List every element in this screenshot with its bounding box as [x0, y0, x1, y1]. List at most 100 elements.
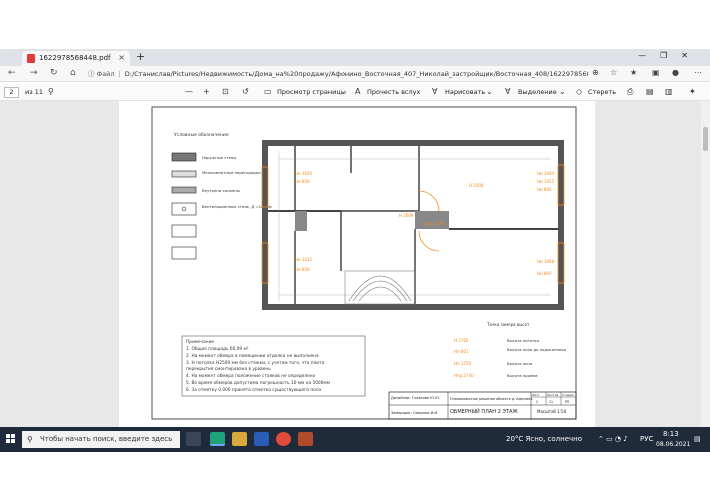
legend-title: Условные обозначения — [174, 132, 229, 138]
stamp-sheet-title: ОБМЕРНЫЙ ПЛАН 2 ЭТАЖ — [450, 408, 518, 415]
stamp-checked: Замерщик: Смирнов И.И. — [391, 411, 438, 415]
pdf-toolbar: 2 из 11 ⚲ — + ⊡ ↺ ▭ Просмотр страницы A … — [0, 84, 710, 101]
draw-icon: ∀ — [432, 87, 438, 96]
tab-title: 1622978568448.pdf — [39, 54, 111, 62]
print-icon[interactable]: ⎙ — [627, 87, 633, 97]
read-aloud-button[interactable]: Прочесть вслух — [367, 88, 420, 96]
word-icon[interactable] — [254, 432, 269, 446]
new-tab-button[interactable]: + — [136, 50, 145, 63]
forward-icon[interactable]: → — [30, 68, 38, 78]
close-window-icon[interactable]: ✕ — [681, 51, 702, 60]
url-field[interactable]: ⓘ Файл | D:/Станислав/Pictures/Недвижимост… — [88, 68, 588, 80]
legend-swatch-empty-1 — [171, 224, 197, 238]
address-bar: ← → ↻ ⌂ ⓘ Файл | D:/Станислав/Pictures/Нед… — [0, 66, 710, 82]
legend-outer-wall: Наружные стены — [202, 155, 236, 160]
app-icon[interactable] — [298, 432, 313, 446]
legend-column: Внутрени колонны — [202, 188, 240, 193]
point-code-3: Нп 1720 — [454, 361, 472, 366]
save-icon[interactable]: ▤ — [646, 87, 654, 96]
profile-icon[interactable]: ● — [672, 68, 679, 77]
more-icon[interactable]: ⋯ — [694, 68, 702, 77]
minimize-icon[interactable]: — — [638, 51, 660, 60]
stamp-v1: 2 — [536, 400, 538, 404]
language-indicator[interactable]: РУС — [640, 435, 653, 443]
tab-close-icon[interactable]: × — [118, 53, 125, 62]
page-total: из 11 — [25, 88, 44, 96]
file-label: Файл — [96, 70, 115, 78]
edge-taskbar-icon[interactable] — [210, 432, 225, 446]
draw-dropdown-icon[interactable]: ⌄ — [486, 87, 493, 96]
label-ni1440: Ни 1440 — [295, 171, 313, 176]
note-6: 6. За отметку 0.000 принята отметка суще… — [186, 387, 322, 393]
eraser-icon: ◇ — [576, 87, 583, 96]
tab-pdf[interactable]: 1622978568448.pdf × — [22, 51, 130, 66]
label-ni1468: Ни 1468 — [537, 259, 555, 264]
note-3b: перекрытия смонтирована в уровень — [186, 367, 271, 372]
label-h2609: Н 2609 — [399, 213, 414, 218]
scrollbar-thumb[interactable] — [703, 127, 708, 151]
stamp-project: Планировочное решение объекта д. Афонино… — [450, 397, 533, 401]
label-h2508: H 2508 — [469, 183, 484, 188]
stamp-scale: Масштаб 1:50 — [537, 409, 567, 414]
window-controls[interactable]: —❐✕ — [638, 51, 702, 60]
collections-icon[interactable]: ▣ — [652, 68, 660, 77]
stamp-v2: 11 — [549, 400, 553, 404]
weather-widget[interactable]: 20°C Ясно, солнечно — [506, 435, 582, 443]
label-nkr2540: Нкр 2540 — [425, 221, 445, 226]
zoom-out-button[interactable]: — — [185, 87, 193, 96]
tray-icons[interactable]: ⌃ ▭ ◔ ♪ — [598, 435, 628, 443]
legend-swatch-outer-wall — [171, 152, 197, 162]
label-ni840-b: Ни 840 — [537, 187, 552, 192]
save-as-icon[interactable]: ▥ — [665, 87, 673, 96]
page-view-button[interactable]: Просмотр страницы — [277, 88, 346, 96]
notes-box — [181, 335, 366, 397]
door-arc-1 — [418, 190, 440, 212]
back-icon[interactable]: ← — [8, 68, 16, 78]
maximize-icon[interactable]: ❐ — [660, 51, 681, 60]
read-aloud-icon: A — [355, 87, 361, 96]
point-desc-1: Высота потолка — [507, 338, 539, 343]
rotate-icon[interactable]: ↺ — [242, 87, 249, 96]
bottom-margin — [0, 452, 710, 500]
page-number-input[interactable]: 2 — [4, 87, 19, 98]
label-ni840-c: Ни 840 — [295, 267, 310, 272]
label-ni1455: Ни 1455 — [537, 179, 555, 184]
screen: 1622978568448.pdf × + —❐✕ ← → ↻ ⌂ ⓘ Файл… — [0, 0, 710, 500]
taskbar: ⚲ Чтобы начать поиск, введите здесь запр… — [0, 427, 710, 460]
highlight-button[interactable]: Выделение — [518, 88, 557, 96]
zoom-in-button[interactable]: + — [203, 87, 210, 96]
chrome-icon[interactable] — [276, 432, 291, 446]
windows-start-icon[interactable] — [6, 434, 16, 444]
pdf-file-icon — [27, 54, 35, 63]
task-view-icon[interactable] — [186, 432, 201, 446]
note-3: 3. Н потолка Н2509 мм без стяжки, с учет… — [186, 360, 325, 366]
interior-column — [295, 211, 307, 231]
taskbar-search-input[interactable]: ⚲ Чтобы начать поиск, введите здесь запр… — [22, 431, 180, 460]
fit-page-icon[interactable]: ⊡ — [222, 87, 229, 96]
clock-date[interactable]: 08.06.2021 — [656, 441, 690, 448]
file-explorer-icon[interactable] — [232, 432, 247, 446]
note-2: 2. На момент обмера в помещении отделка … — [186, 353, 319, 359]
favorite-icon[interactable]: ☆ — [610, 68, 617, 77]
point-desc-4: Высота проема — [507, 373, 538, 378]
title-stamp: Дизайнер: Глазкова Ю.Ю. Замерщик: Смирно… — [388, 391, 577, 420]
legend-swatch-column — [171, 186, 197, 194]
favorites-icon[interactable]: ★ — [630, 68, 637, 77]
zoom-icon[interactable]: ⊕ — [592, 68, 599, 77]
draw-button[interactable]: Нарисовать — [445, 88, 485, 96]
label-ni1460: Ни 1460 — [537, 171, 555, 176]
legend-swatch-partition — [171, 170, 197, 178]
search-icon[interactable]: ⚲ — [48, 87, 54, 96]
stamp-h1: Лист — [532, 393, 540, 397]
clock-time[interactable]: 8:13 — [663, 430, 679, 438]
refresh-icon[interactable]: ↻ — [50, 68, 58, 78]
label-ni1415: Ни 1415 — [295, 257, 313, 262]
url-text: D:/Станислав/Pictures/Недвижимость/Дома_… — [124, 70, 588, 78]
pin-icon[interactable]: ✦ — [689, 87, 696, 96]
info-icon: ⓘ — [88, 70, 97, 78]
erase-button[interactable]: Стереть — [588, 88, 616, 96]
home-icon[interactable]: ⌂ — [70, 68, 76, 78]
staircase — [344, 270, 416, 305]
notifications-icon[interactable]: ▤ — [694, 435, 701, 443]
highlight-dropdown-icon[interactable]: ⌄ — [559, 87, 566, 96]
